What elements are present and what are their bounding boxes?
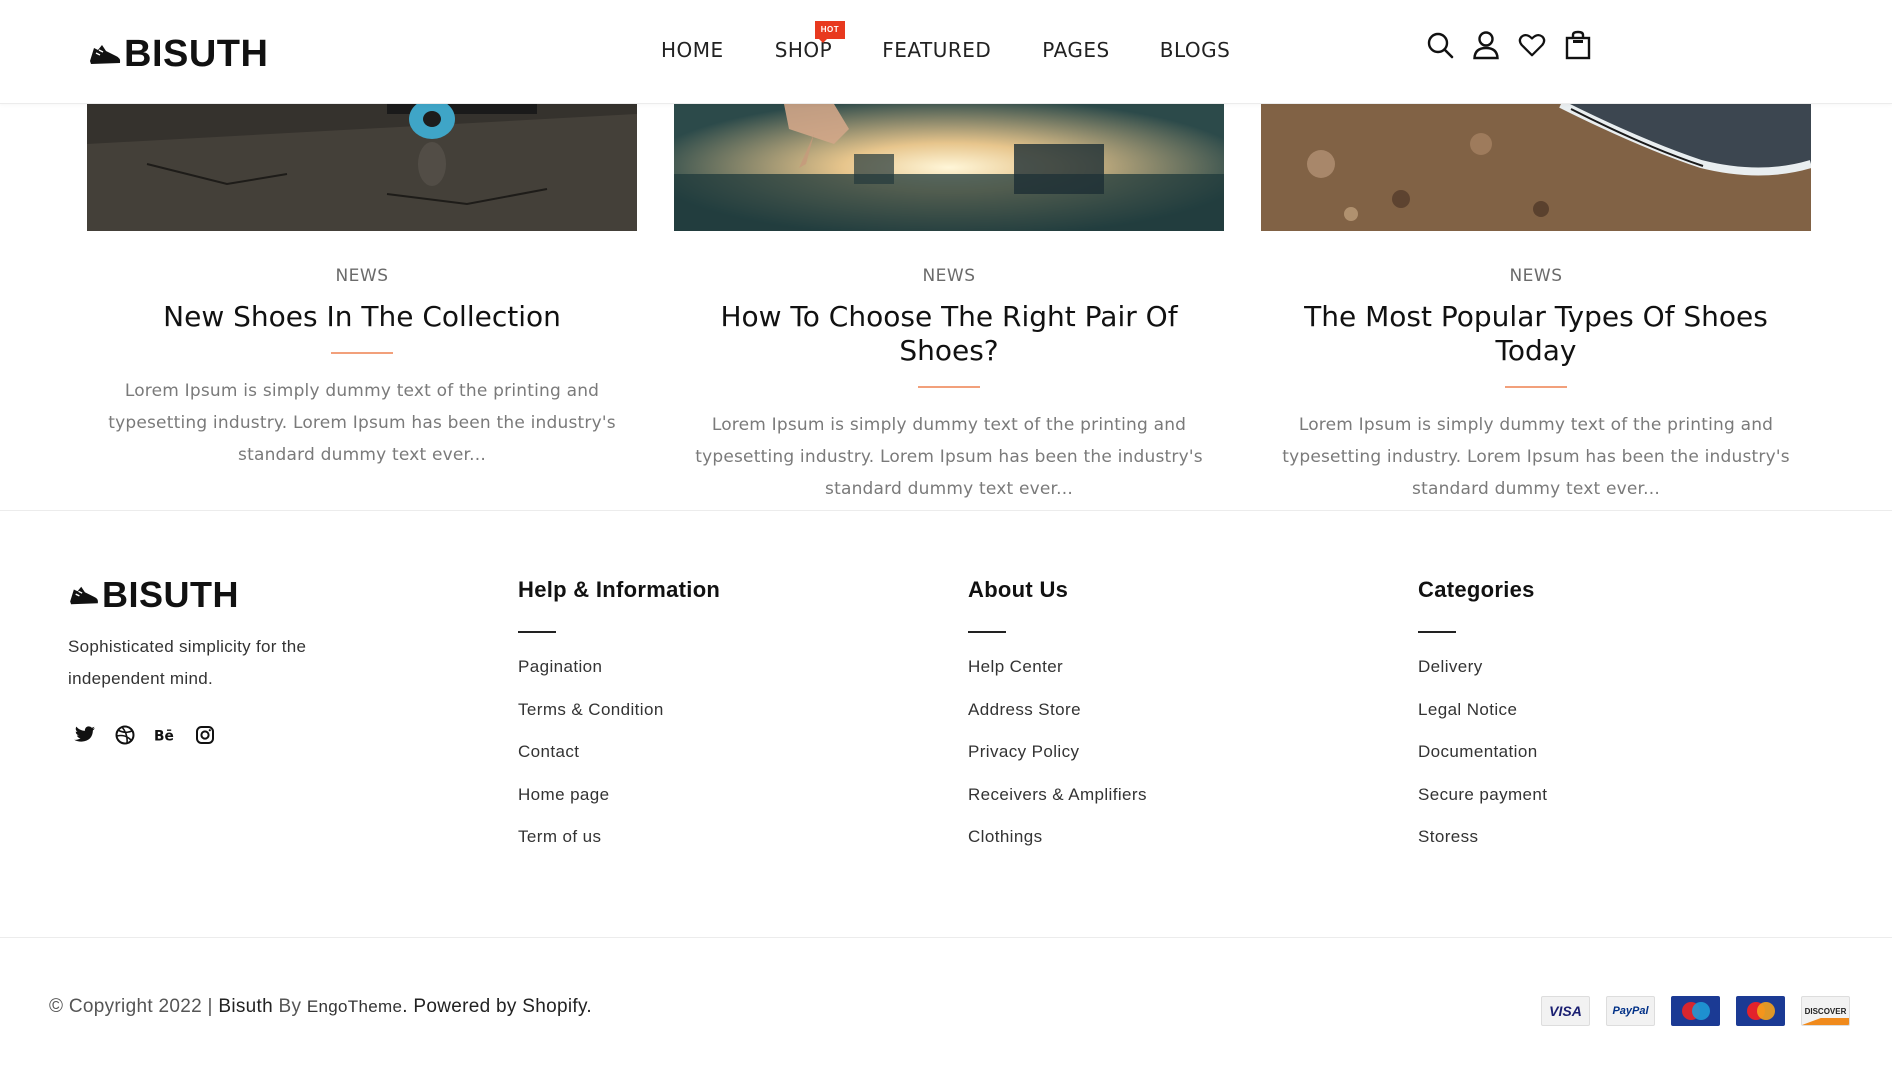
- post-category[interactable]: NEWS: [674, 266, 1224, 286]
- heading-underline: [968, 631, 1006, 633]
- footer-links: Delivery Legal Notice Documentation Secu…: [1418, 657, 1547, 870]
- post-excerpt: Lorem Ipsum is simply dummy text of the …: [1282, 415, 1790, 499]
- copyright-brand-link[interactable]: Bisuth: [218, 996, 273, 1017]
- twitter-icon[interactable]: [74, 724, 96, 746]
- site-header: BISUTH HOME SHOP HOT FEATURED PAGES BLOG…: [0, 0, 1892, 104]
- heading-underline: [1418, 631, 1456, 633]
- account-icon[interactable]: [1472, 30, 1500, 60]
- copyright-prefix: © Copyright 2022 |: [49, 996, 219, 1017]
- footer-column-heading: About Us: [968, 577, 1069, 602]
- discover-icon: DISCOVER: [1801, 996, 1850, 1026]
- payment-methods: VISA PayPal DISCOVER: [1541, 996, 1850, 1026]
- footer-column-help: Help & Information Pagination Terms & Co…: [518, 576, 720, 870]
- blog-card: NEWS New Shoes In The Collection Lorem I…: [87, 104, 637, 471]
- copyright-text: © Copyright 2022 | Bisuth By EngoTheme. …: [49, 996, 592, 1018]
- footer-link[interactable]: Address Store: [968, 700, 1147, 743]
- dribbble-icon[interactable]: [114, 724, 136, 746]
- heading-underline: [518, 631, 556, 633]
- footer-links: Pagination Terms & Condition Contact Hom…: [518, 657, 720, 870]
- behance-icon[interactable]: Bē: [154, 724, 176, 746]
- footer-link[interactable]: Storess: [1418, 827, 1547, 870]
- header-actions: [1426, 30, 1592, 60]
- footer-link[interactable]: Home page: [518, 785, 720, 828]
- brand-logo[interactable]: BISUTH: [88, 34, 268, 74]
- title-underline: [1505, 386, 1567, 388]
- post-image-skateboard[interactable]: [87, 104, 637, 231]
- social-links: Bē: [74, 724, 216, 746]
- footer-link[interactable]: Receivers & Amplifiers: [968, 785, 1147, 828]
- post-category[interactable]: NEWS: [1261, 266, 1811, 286]
- visa-icon: VISA: [1541, 996, 1590, 1026]
- footer-brand-name: BISUTH: [102, 574, 239, 615]
- paypal-icon: PayPal: [1606, 996, 1655, 1026]
- nav-home[interactable]: HOME: [661, 38, 724, 62]
- hot-badge: HOT: [814, 21, 846, 43]
- post-title[interactable]: How To Choose The Right Pair Of Shoes?: [674, 300, 1224, 368]
- footer-link[interactable]: Clothings: [968, 827, 1147, 870]
- shoe-logo-icon: [70, 586, 98, 605]
- footer-column-about: About Us Help Center Address Store Priva…: [968, 576, 1147, 870]
- search-icon[interactable]: [1426, 30, 1454, 60]
- post-title[interactable]: The Most Popular Types Of Shoes Today: [1261, 300, 1811, 368]
- instagram-icon[interactable]: [194, 724, 216, 746]
- footer-link[interactable]: Help Center: [968, 657, 1147, 700]
- maestro-icon: [1671, 996, 1720, 1026]
- footer-column-heading: Categories: [1418, 577, 1535, 602]
- post-excerpt: Lorem Ipsum is simply dummy text of the …: [695, 415, 1203, 499]
- footer-column-heading: Help & Information: [518, 577, 721, 602]
- post-title[interactable]: New Shoes In The Collection: [87, 300, 637, 334]
- copyright-divider: [0, 937, 1892, 938]
- footer-tagline: Sophisticated simplicity for the indepen…: [68, 637, 307, 688]
- post-category[interactable]: NEWS: [87, 266, 637, 286]
- footer-brand-logo[interactable]: BISUTH: [68, 576, 239, 614]
- wishlist-heart-icon[interactable]: [1518, 30, 1546, 60]
- footer-link[interactable]: Secure payment: [1418, 785, 1547, 828]
- copyright-by: By: [272, 996, 307, 1017]
- title-underline: [918, 386, 980, 388]
- blog-card: NEWS The Most Popular Types Of Shoes Tod…: [1261, 104, 1811, 505]
- footer-link[interactable]: Documentation: [1418, 742, 1547, 785]
- footer-divider: [0, 510, 1892, 511]
- footer-link[interactable]: Privacy Policy: [968, 742, 1147, 785]
- nav-featured[interactable]: FEATURED: [882, 38, 991, 62]
- cart-bag-icon[interactable]: [1564, 30, 1592, 60]
- footer-link[interactable]: Contact: [518, 742, 720, 785]
- footer-link[interactable]: Pagination: [518, 657, 720, 700]
- svg-text:Bē: Bē: [154, 729, 174, 744]
- shoe-logo-icon: [90, 45, 121, 64]
- copyright-author-link[interactable]: EngoTheme: [307, 997, 402, 1016]
- footer-link[interactable]: Delivery: [1418, 657, 1547, 700]
- brand-name: BISUTH: [124, 33, 269, 75]
- post-image-sunset-hand[interactable]: [674, 104, 1224, 231]
- footer-column-categories: Categories Delivery Legal Notice Documen…: [1418, 576, 1547, 870]
- footer-links: Help Center Address Store Privacy Policy…: [968, 657, 1147, 870]
- copyright-powered[interactable]: . Powered by Shopify.: [402, 996, 592, 1017]
- blog-card: NEWS How To Choose The Right Pair Of Sho…: [674, 104, 1224, 505]
- footer-link[interactable]: Terms & Condition: [518, 700, 720, 743]
- footer-link[interactable]: Legal Notice: [1418, 700, 1547, 743]
- nav-pages[interactable]: PAGES: [1042, 38, 1109, 62]
- post-excerpt: Lorem Ipsum is simply dummy text of the …: [108, 381, 616, 465]
- nav-shop[interactable]: SHOP HOT: [775, 21, 846, 62]
- main-nav: HOME SHOP HOT FEATURED PAGES BLOGS: [661, 21, 1231, 62]
- mastercard-icon: [1736, 996, 1785, 1026]
- title-underline: [331, 352, 393, 354]
- nav-blogs[interactable]: BLOGS: [1160, 38, 1231, 62]
- post-image-sneaker[interactable]: [1261, 104, 1811, 231]
- footer-link[interactable]: Term of us: [518, 827, 720, 870]
